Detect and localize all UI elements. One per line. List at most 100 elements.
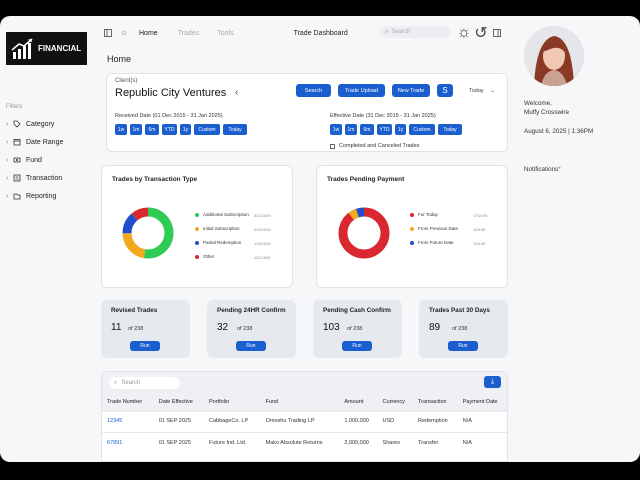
current-datetime: August 6, 2025 | 1:36PM — [524, 128, 594, 135]
column-header[interactable]: Transaction — [412, 395, 457, 410]
legend-label: From Previous Date — [418, 226, 459, 231]
chart-growth-icon — [11, 37, 33, 59]
breadcrumb-home[interactable]: Home — [139, 30, 158, 37]
sun-icon[interactable]: ☼ — [457, 24, 472, 41]
trade-upload-button[interactable]: Trade Upload — [338, 84, 385, 97]
top-search-placeholder: Search — [391, 29, 411, 35]
welcome-text: Welcome, — [524, 100, 552, 107]
run-button[interactable]: Run — [130, 341, 160, 351]
column-header[interactable]: Fund — [260, 395, 339, 410]
stat-card-revised-trades: Revised Trades 11 of 238 Run — [101, 300, 190, 358]
star-icon[interactable]: ☆ — [119, 28, 129, 38]
checkbox[interactable] — [330, 143, 335, 149]
stat-card-pending-24hr: Pending 24HR Confirm 32 of 238 Run — [207, 300, 296, 358]
avatar — [524, 26, 584, 86]
column-header[interactable]: Portfolio — [203, 395, 260, 410]
table-cell: Omoshu Trading LP — [259, 409, 339, 432]
chart-title: Trades Pending Payment — [327, 176, 405, 183]
client-name[interactable]: Republic City Ventures — [115, 87, 226, 99]
refresh-icon[interactable]: S — [437, 84, 453, 97]
sidebar-item-category[interactable]: › Category — [6, 117, 96, 131]
effective-chip-custom[interactable]: Custom — [409, 124, 435, 135]
table-cell: Shares — [376, 431, 413, 454]
stat-value: 32 — [217, 322, 229, 333]
received-chip-1m[interactable]: 1m — [130, 124, 142, 135]
sidebar-item-reporting[interactable]: › Reporting — [6, 189, 96, 203]
table-cell: 1,000,000 — [338, 409, 377, 432]
period-select[interactable]: Today ⌄ — [469, 88, 495, 94]
stat-value: 11 — [111, 322, 122, 333]
stat-title: Pending Cash Confirm — [323, 307, 391, 314]
history-icon[interactable]: ↺ — [474, 25, 487, 42]
effective-chip-1m[interactable]: 1m — [345, 124, 357, 135]
new-trade-button[interactable]: New Trade — [392, 84, 430, 97]
received-chip-6m[interactable]: 6m — [145, 124, 159, 135]
chevron-left-icon[interactable]: ‹ — [235, 87, 238, 98]
legend-value: 170/195 — [473, 213, 488, 218]
brand-logo: FINANCIAL — [6, 32, 87, 65]
run-button[interactable]: Run — [236, 341, 266, 351]
chevron-down-icon: ⌄ — [490, 88, 495, 94]
legend-dot — [195, 254, 199, 259]
table-search-input[interactable]: ⌕ Search — [109, 377, 180, 389]
effective-chip-1w[interactable]: 1w — [330, 124, 342, 135]
run-button[interactable]: Run — [448, 341, 478, 351]
table-cell: Future Ind. Ltd. — [203, 431, 260, 454]
page-header-title: Trade Dashboard — [293, 29, 348, 37]
table-cell: Mako Absolute Returns — [259, 431, 339, 454]
completed-canceled-filter[interactable]: Completed and Canceled Trades — [330, 143, 419, 149]
legend-label: From Future Date — [418, 240, 454, 245]
column-header[interactable]: Date Effective — [153, 395, 203, 410]
client-card: Client(s) Republic City Ventures ‹ Searc… — [106, 73, 508, 152]
notifications-link[interactable]: Notifications* — [524, 166, 561, 173]
legend-dot — [195, 240, 199, 245]
legend-entry: Initial Subscription — [195, 226, 240, 231]
received-chip-ytd[interactable]: YTD — [162, 124, 177, 135]
sidebar-toggle-icon[interactable] — [103, 28, 113, 38]
received-chip-1w[interactable]: 1w — [115, 124, 127, 135]
top-search-input[interactable]: ⌕ Search — [380, 26, 450, 38]
effective-chip-1y[interactable]: 1y — [395, 124, 406, 135]
column-header[interactable]: Trade Number — [101, 395, 153, 410]
column-header[interactable]: Payment Date — [457, 395, 508, 410]
breadcrumb-trades[interactable]: Trades — [178, 30, 200, 37]
sidebar-item-fund[interactable]: › Fund — [6, 153, 96, 167]
breadcrumb-tools[interactable]: Tools — [217, 30, 233, 37]
run-button[interactable]: Run — [342, 341, 372, 351]
search-button[interactable]: Search — [296, 84, 331, 97]
legend-entry: Additional Subscription — [195, 212, 249, 217]
trade-number-link[interactable]: 67891 — [101, 431, 153, 454]
sidebar-item-transaction[interactable]: › Transaction — [6, 171, 96, 185]
effective-chip-6m[interactable]: 6m — [360, 124, 374, 135]
folder-icon — [13, 193, 21, 200]
stat-title: Pending 24HR Confirm — [217, 307, 286, 314]
legend-label: Initial Subscription — [203, 226, 240, 231]
sidebar-item-label: Category — [26, 120, 55, 128]
table-row[interactable]: 67891 01 SEP 2025 Future Ind. Ltd. Mako … — [101, 431, 508, 454]
received-chip-today[interactable]: Today — [223, 124, 247, 135]
effective-chip-ytd[interactable]: YTD — [377, 124, 392, 135]
trades-table: Trade Number Date Effective Portfolio Fu… — [101, 395, 508, 454]
table-search-placeholder: Search — [121, 380, 141, 386]
panel-toggle-icon[interactable] — [492, 28, 502, 38]
received-chip-custom[interactable]: Custom — [194, 124, 220, 135]
column-header[interactable]: Amount — [338, 395, 376, 410]
effective-chip-today[interactable]: Today — [438, 124, 462, 135]
legend-label: For Today — [418, 212, 438, 217]
legend-label: Other — [203, 254, 215, 259]
effective-date-label: Effective Date (31 Dec 2015 - 31 Jan 202… — [330, 113, 436, 119]
received-chip-1y[interactable]: 1y — [180, 124, 191, 135]
pending-payment-chart-card: Trades Pending Payment For Today 170/195 F… — [316, 165, 508, 288]
column-header[interactable]: Currency — [377, 395, 412, 410]
checkbox-label: Completed and Canceled Trades — [339, 143, 420, 149]
user-name: Muffy Crosswire — [524, 109, 570, 116]
trade-number-link[interactable]: 12345 — [101, 409, 153, 432]
legend-dot — [410, 240, 414, 245]
sidebar-item-date-range[interactable]: › Date Range — [6, 135, 96, 149]
stat-title: Revised Trades — [111, 307, 158, 314]
table-row[interactable]: 12345 01 SEP 2025 CabbageCo. LP Omoshu T… — [101, 409, 508, 432]
legend-dot — [410, 226, 414, 231]
legend-value: 112/1000 — [254, 255, 271, 260]
stat-title: Trades Past 30 Days — [429, 307, 490, 314]
download-icon[interactable]: ⤓ — [484, 376, 501, 388]
